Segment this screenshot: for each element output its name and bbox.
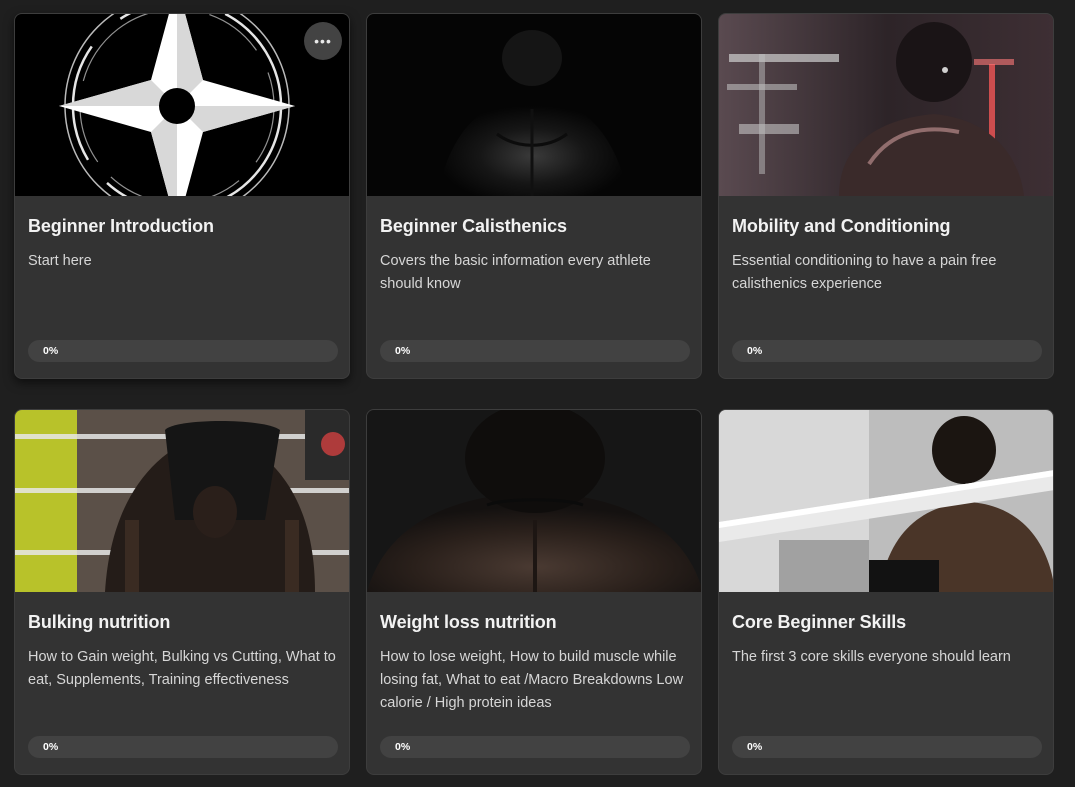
progress-bar: 0% [28,340,338,362]
course-title[interactable]: Bulking nutrition [28,612,337,633]
course-card-core-beginner-skills[interactable]: Core Beginner Skills The first 3 core sk… [718,409,1054,775]
progress-bar: 0% [28,736,338,758]
course-description: The first 3 core skills everyone should … [732,649,1011,665]
athlete-back-dark-image [367,14,701,196]
course-title[interactable]: Beginner Calisthenics [380,216,689,237]
course-card-mobility-conditioning[interactable]: Mobility and Conditioning Essential cond… [718,13,1054,379]
course-title[interactable]: Weight loss nutrition [380,612,689,633]
shuriken-logo-image [15,14,349,196]
progress-label: 0% [43,741,59,753]
course-description: Essential conditioning to have a pain fr… [732,253,997,292]
course-thumbnail[interactable] [367,410,701,592]
progress-bar: 0% [380,340,690,362]
athlete-back-closeup-image [367,410,701,592]
course-card-bulking-nutrition[interactable]: Bulking nutrition How to Gain weight, Bu… [14,409,350,775]
more-options-button[interactable]: ••• [304,22,342,60]
progress-label: 0% [395,345,411,357]
progress-label: 0% [747,345,763,357]
course-thumbnail[interactable] [719,14,1053,196]
progress-bar: 0% [732,736,1042,758]
course-description: How to Gain weight, Bulking vs Cutting, … [28,649,336,688]
progress-bar: 0% [380,736,690,758]
course-description: How to lose weight, How to build muscle … [380,649,684,711]
course-card-weight-loss-nutrition[interactable]: Weight loss nutrition How to lose weight… [366,409,702,775]
course-thumbnail[interactable] [15,14,349,196]
course-title[interactable]: Mobility and Conditioning [732,216,1041,237]
course-description: Covers the basic information every athle… [380,253,651,292]
course-thumbnail[interactable] [15,410,349,592]
course-title[interactable]: Core Beginner Skills [732,612,1041,633]
course-thumbnail[interactable] [367,14,701,196]
course-description: Start here [28,253,92,269]
course-thumbnail[interactable] [719,410,1053,592]
more-horizontal-icon: ••• [314,33,332,49]
athlete-bent-over-image [15,410,349,592]
progress-label: 0% [747,741,763,753]
progress-bar: 0% [732,340,1042,362]
athlete-bar-image [719,410,1053,592]
progress-label: 0% [395,741,411,753]
course-card-beginner-calisthenics[interactable]: Beginner Calisthenics Covers the basic i… [366,13,702,379]
course-grid: ••• Beginner Introduction Start here 0% [0,0,1075,787]
course-card-beginner-introduction[interactable]: ••• Beginner Introduction Start here 0% [14,13,350,379]
athlete-gym-red-image [719,14,1053,196]
progress-label: 0% [43,345,59,357]
course-title[interactable]: Beginner Introduction [28,216,337,237]
